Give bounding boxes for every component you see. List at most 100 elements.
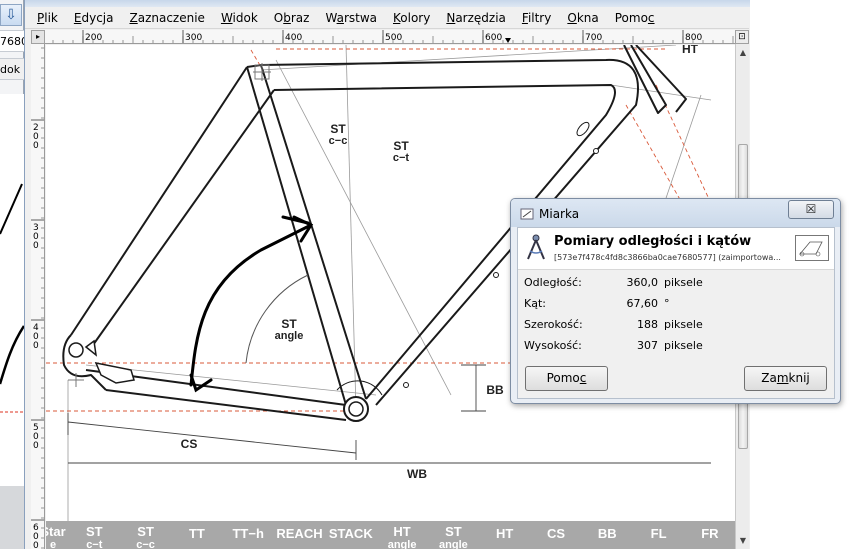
height-unit: piksele [664,339,703,352]
label-wb: WB [407,467,427,481]
compass-icon [527,234,545,260]
ruler-tick-label: 500 [33,423,39,451]
bottom-bracket [336,380,383,422]
height-label: Wysokość: [524,339,582,352]
height-value: 307 [637,339,658,352]
menu-kolory[interactable]: Kolory [391,10,432,26]
table-header-cell: REACH [276,526,322,541]
horizontal-ruler[interactable]: 200 300 400 500 600 700 800 [45,30,735,44]
label-st-angle-sub: angle [275,330,304,342]
table-header-cell: FL [651,526,667,541]
table-header-cell: TT−h [232,526,263,541]
menu-widok[interactable]: Widok [219,10,260,26]
label-st-cc-sub: c−c [329,135,348,147]
table-header-subcell: angle [439,539,468,549]
scroll-up-icon[interactable]: ▲ [736,48,750,58]
width-label: Szerokość: [524,318,583,331]
help-button-label: Pomo [546,371,580,385]
dialog-header: Pomiary odległości i kątów [573e7f478c4f… [518,228,834,270]
table-header-cell: Star [46,524,66,539]
angle-label: Kąt: [524,297,546,310]
help-button-mnemonic: c [579,371,587,385]
background-canvas [0,94,24,486]
close-icon: ☒ [805,202,817,216]
background-text-fragment[interactable]: dok [0,58,24,80]
menubar: Plik Edycja Zaznaczenie Widok Obraz Warstwa Ko… [25,7,749,29]
distance-label: Odległość: [524,276,582,289]
table-header-cell: ST [86,524,103,539]
dialog-body: Pomiary odległości i kątów [573e7f478c4f… [517,227,835,399]
table-header-cell: FR [701,526,719,541]
width-value: 188 [637,318,658,331]
close-button[interactable]: Zamknij [744,366,827,391]
table-header-cell: ST [137,524,154,539]
angle-unit: ° [664,297,670,310]
ruler-tick-label: 200 [85,33,102,43]
menu-zaznaczenie[interactable]: Zaznaczenie [127,10,206,26]
menu-narzedzia[interactable]: Narzędzia [444,10,508,26]
ruler-tick-label: 400 [285,33,302,43]
image-thumbnail [795,235,829,261]
close-button-label-end: knij [788,371,810,385]
scroll-down-icon[interactable]: ▼ [736,536,750,546]
ruler-tick-label: 600 [33,523,39,549]
ruler-tick-label: 600 [485,33,502,43]
close-button-mnemonic: m [776,371,789,385]
back-arrow-icon[interactable]: ⇩ [0,4,22,26]
menu-obraz[interactable]: Obraz [272,10,312,26]
table-header-subcell: c−c [136,539,155,549]
menu-okna[interactable]: Okna [565,10,600,26]
st-angle-arc [245,274,309,364]
close-window-button[interactable]: ☒ [788,200,834,219]
image-identifier: [573e7f478c4fd8c3866ba0cae7680577] (zaim… [554,253,781,262]
menu-edycja[interactable]: Edycja [72,10,116,26]
window-frame-top [25,0,751,7]
background-footer [0,486,24,549]
distance-value: 360,0 [626,276,659,289]
dialog-heading: Pomiary odległości i kątów [554,234,752,249]
label-st-ct-sub: c−t [393,152,410,164]
help-button[interactable]: Pomoc [525,366,608,391]
menu-plik[interactable]: Plik [35,10,60,26]
angle-value: 67,60 [626,297,659,310]
label-st-angle: ST [281,317,297,331]
table-header-cell: TT [189,526,205,541]
background-window: ⇩ 76805 dok [0,0,24,549]
ruler-tick-label: 800 [685,33,702,43]
table-header-cell: HT [393,524,410,539]
background-text-fragment: 76805 [0,30,24,52]
label-st-ct: ST [393,139,409,153]
table-header-cell: HT [496,526,513,541]
width-unit: piksele [664,318,703,331]
annotation-arrow [189,215,314,393]
navigate-icon[interactable]: ⊡ [735,30,749,44]
close-button-label: Za [761,371,777,385]
table-header-subcell: angle [388,539,417,549]
table-header-subcell: e [50,539,56,549]
menu-warstwa[interactable]: Warstwa [323,10,379,26]
vertical-ruler[interactable]: 200 300 400 500 600 [31,44,45,549]
distance-unit: piksele [664,276,703,289]
label-st-cc: ST [330,122,346,136]
pointer-position-marker [505,38,511,43]
dialog-title: Miarka [539,207,580,221]
ruler-tick-label: 300 [185,33,202,43]
measure-icon [520,208,534,220]
ruler-tick-label: 200 [33,123,39,151]
table-header-cell: BB [598,526,617,541]
label-bb: BB [486,383,504,397]
dialog-titlebar[interactable]: Miarka ☒ [511,199,840,227]
table-header-cell: ST [445,524,462,539]
ruler-tick-label: 700 [585,33,602,43]
menu-pomoc[interactable]: Pomoc [613,10,657,26]
desktop-area [750,0,857,198]
label-ht: HT [682,45,699,56]
table-header-cell: CS [547,526,565,541]
label-cs: CS [181,437,198,451]
table-header-cell: STACK [329,526,373,541]
quick-mask-toggle[interactable]: ▸ [31,30,45,44]
table-header-subcell: c−t [86,539,103,549]
ruler-tick-label: 400 [33,323,39,351]
menu-filtry[interactable]: Filtry [520,10,553,26]
ruler-tick-label: 300 [33,223,39,251]
